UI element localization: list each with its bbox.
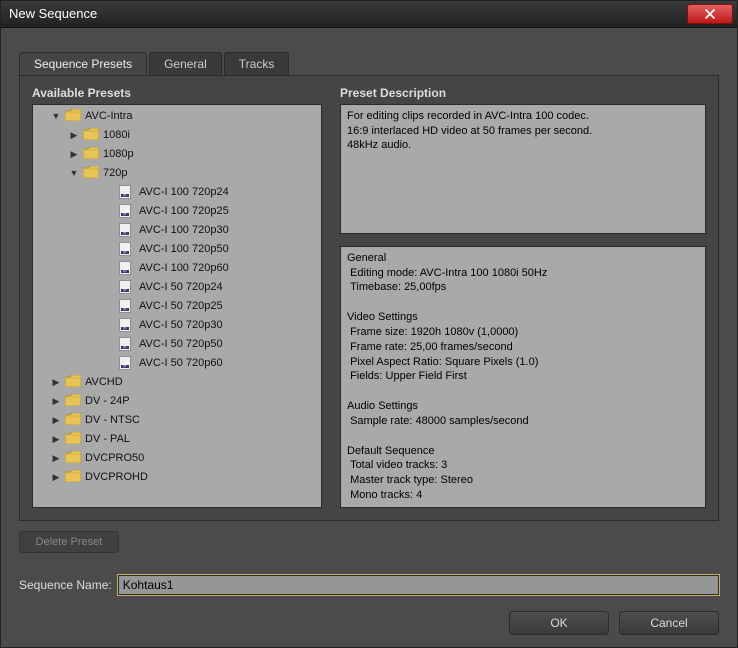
tree-item-label: AVC-I 50 720p25 [139, 300, 223, 312]
dialog-button-row: OK Cancel [19, 611, 719, 635]
tree-folder[interactable]: ▶ DVCPROHD [37, 468, 321, 487]
cancel-button[interactable]: Cancel [619, 611, 719, 635]
folder-icon [65, 470, 81, 484]
tree-item-label: AVC-I 50 720p24 [139, 281, 223, 293]
dialog-content: Sequence PresetsGeneralTracks Available … [1, 28, 737, 647]
tree-folder[interactable]: ▶ DV - NTSC [37, 411, 321, 430]
tree-item-label: AVC-I 100 720p60 [139, 262, 229, 274]
tree-item-label: DV - PAL [85, 433, 130, 445]
preset-file-icon [119, 223, 135, 237]
preset-file-icon [119, 280, 135, 294]
tree-item-label: DV - 24P [85, 395, 130, 407]
triangle-right-icon[interactable]: ▶ [51, 453, 61, 464]
sequence-name-row: Sequence Name: [19, 575, 719, 595]
folder-icon [65, 375, 81, 389]
preset-file-icon [119, 261, 135, 275]
preset-description-heading: Preset Description [340, 86, 706, 100]
preset-details-box[interactable]: General Editing mode: AVC-Intra 100 1080… [340, 246, 706, 508]
tree-item-label: DVCPRO50 [85, 452, 144, 464]
new-sequence-dialog: New Sequence Sequence PresetsGeneralTrac… [0, 0, 738, 648]
preset-file-icon [119, 204, 135, 218]
tree-item-label: AVC-I 50 720p60 [139, 357, 223, 369]
triangle-right-icon[interactable]: ▶ [51, 396, 61, 407]
available-presets-heading: Available Presets [32, 86, 322, 100]
tree-preset[interactable]: AVC-I 100 720p50 [37, 240, 321, 259]
window-title: New Sequence [1, 6, 97, 21]
folder-icon [83, 147, 99, 161]
below-panel: Delete Preset Sequence Name: OK Cancel [19, 531, 719, 635]
tree-item-label: DVCPROHD [85, 471, 148, 483]
tree-folder[interactable]: ▶ 1080i [37, 126, 321, 145]
folder-icon [83, 166, 99, 180]
tree-preset[interactable]: AVC-I 100 720p24 [37, 183, 321, 202]
delete-preset-button: Delete Preset [19, 531, 119, 553]
tree-item-label: AVC-I 100 720p50 [139, 243, 229, 255]
tree-folder[interactable]: ▶ DV - 24P [37, 392, 321, 411]
triangle-right-icon[interactable]: ▶ [51, 415, 61, 426]
tree-item-label: AVC-I 100 720p24 [139, 186, 229, 198]
folder-icon [65, 109, 81, 123]
preset-file-icon [119, 318, 135, 332]
tab-bar: Sequence PresetsGeneralTracks [19, 52, 719, 75]
tree-folder[interactable]: ▼ 720p [37, 164, 321, 183]
titlebar: New Sequence [1, 1, 737, 28]
triangle-right-icon[interactable]: ▶ [51, 472, 61, 483]
tree-item-label: 1080p [103, 148, 134, 160]
tree-folder[interactable]: ▶ 1080p [37, 145, 321, 164]
preset-file-icon [119, 242, 135, 256]
tree-preset[interactable]: AVC-I 50 720p60 [37, 354, 321, 373]
tree-preset[interactable]: AVC-I 50 720p25 [37, 297, 321, 316]
tree-preset[interactable]: AVC-I 50 720p50 [37, 335, 321, 354]
tree-item-label: AVC-I 50 720p50 [139, 338, 223, 350]
tree-item-label: AVC-I 100 720p25 [139, 205, 229, 217]
triangle-down-icon[interactable]: ▼ [51, 111, 61, 121]
tree-folder[interactable]: ▶ AVCHD [37, 373, 321, 392]
tree-folder[interactable]: ▶ DVCPRO50 [37, 449, 321, 468]
tree-item-label: AVC-I 100 720p30 [139, 224, 229, 236]
folder-icon [83, 128, 99, 142]
preset-file-icon [119, 337, 135, 351]
tree-folder[interactable]: ▶ DV - PAL [37, 430, 321, 449]
tree-item-label: AVCHD [85, 376, 123, 388]
tab-tracks[interactable]: Tracks [224, 52, 290, 75]
preset-file-icon [119, 356, 135, 370]
folder-icon [65, 451, 81, 465]
tree-folder[interactable]: ▼ AVC-Intra [37, 107, 321, 126]
preset-description-box[interactable]: For editing clips recorded in AVC-Intra … [340, 104, 706, 234]
tree-preset[interactable]: AVC-I 100 720p60 [37, 259, 321, 278]
preset-file-icon [119, 299, 135, 313]
ok-button[interactable]: OK [509, 611, 609, 635]
tree-item-label: AVC-I 50 720p30 [139, 319, 223, 331]
triangle-right-icon[interactable]: ▶ [69, 130, 79, 141]
folder-icon [65, 432, 81, 446]
tree-item-label: DV - NTSC [85, 414, 140, 426]
folder-icon [65, 413, 81, 427]
tree-item-label: 1080i [103, 129, 130, 141]
preset-tree[interactable]: ▼ AVC-Intra ▶ 1080i ▶ 1080p ▼ 720p AVC-I 100 720… [32, 104, 322, 508]
sequence-name-label: Sequence Name: [19, 578, 112, 592]
triangle-right-icon[interactable]: ▶ [51, 434, 61, 445]
triangle-down-icon[interactable]: ▼ [69, 168, 79, 178]
tree-item-label: 720p [103, 167, 127, 179]
folder-icon [65, 394, 81, 408]
tree-preset[interactable]: AVC-I 50 720p24 [37, 278, 321, 297]
tab-general[interactable]: General [149, 52, 222, 75]
preset-file-icon [119, 185, 135, 199]
triangle-right-icon[interactable]: ▶ [69, 149, 79, 160]
tree-preset[interactable]: AVC-I 100 720p25 [37, 202, 321, 221]
close-button[interactable] [687, 4, 733, 24]
available-presets-column: Available Presets ▼ AVC-Intra ▶ 1080i ▶ 1080p… [32, 86, 322, 508]
tree-item-label: AVC-Intra [85, 110, 132, 122]
triangle-right-icon[interactable]: ▶ [51, 377, 61, 388]
tree-preset[interactable]: AVC-I 50 720p30 [37, 316, 321, 335]
presets-panel: Available Presets ▼ AVC-Intra ▶ 1080i ▶ 1080p… [19, 75, 719, 521]
close-icon [705, 9, 715, 19]
tab-sequence-presets[interactable]: Sequence Presets [19, 52, 147, 75]
tree-preset[interactable]: AVC-I 100 720p30 [37, 221, 321, 240]
preset-description-column: Preset Description For editing clips rec… [340, 86, 706, 508]
sequence-name-input[interactable] [118, 575, 719, 595]
